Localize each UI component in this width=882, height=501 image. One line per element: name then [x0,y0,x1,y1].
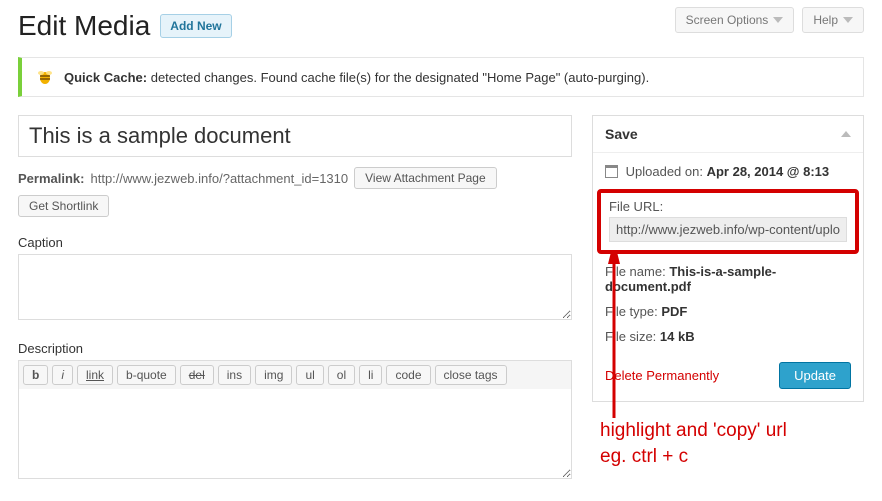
file-name-row: File name: This-is-a-sample-document.pdf [605,264,851,294]
annotation-text: highlight and 'copy' url eg. ctrl + c [600,418,787,469]
add-new-button[interactable]: Add New [160,14,231,38]
uploaded-label: Uploaded on: [626,164,703,179]
qt-bold-button[interactable]: b [23,365,48,385]
collapse-icon [841,131,851,137]
quicktags-toolbar: b i link b-quote del ins img ul ol li co… [18,360,572,389]
file-type-row: File type: PDF [605,304,851,319]
qt-italic-button[interactable]: i [52,365,73,385]
file-size-value: 14 kB [660,329,695,344]
bee-icon [36,68,54,86]
qt-ul-button[interactable]: ul [296,365,323,385]
qt-link-button[interactable]: link [77,365,113,385]
help-label: Help [813,13,838,27]
file-url-highlight: File URL: [597,189,859,254]
caption-label: Caption [18,235,572,250]
qt-code-button[interactable]: code [386,365,430,385]
save-box-header[interactable]: Save [593,116,863,153]
uploaded-on-row: Uploaded on: Apr 28, 2014 @ 8:13 [605,163,851,179]
notice-message: detected changes. Found cache file(s) fo… [151,70,649,85]
file-type-label: File type: [605,304,658,319]
qt-img-button[interactable]: img [255,365,292,385]
page-title: Edit Media [18,10,150,42]
file-size-row: File size: 14 kB [605,329,851,344]
qt-close-button[interactable]: close tags [435,365,507,385]
qt-ol-button[interactable]: ol [328,365,355,385]
description-input[interactable] [18,389,572,479]
save-box-title: Save [605,126,638,142]
notice-bar: Quick Cache: detected changes. Found cac… [18,57,864,97]
screen-options-button[interactable]: Screen Options [675,7,795,33]
qt-del-button[interactable]: del [180,365,214,385]
notice-text: Quick Cache: detected changes. Found cac… [64,70,649,85]
delete-permanently-link[interactable]: Delete Permanently [605,368,719,383]
file-type-value: PDF [661,304,687,319]
post-title-input[interactable] [18,115,572,157]
chevron-down-icon [843,17,853,23]
description-label: Description [18,341,572,356]
view-attachment-button[interactable]: View Attachment Page [354,167,497,189]
file-name-label: File name: [605,264,666,279]
get-shortlink-button[interactable]: Get Shortlink [18,195,109,217]
permalink-label: Permalink: [18,171,84,186]
qt-bquote-button[interactable]: b-quote [117,365,176,385]
notice-prefix: Quick Cache: [64,70,147,85]
caption-input[interactable] [18,254,572,320]
annotation-line-1: highlight and 'copy' url [600,418,787,444]
uploaded-value: Apr 28, 2014 @ 8:13 [707,164,830,179]
annotation-line-2: eg. ctrl + c [600,444,787,470]
chevron-down-icon [773,17,783,23]
qt-li-button[interactable]: li [359,365,382,385]
file-url-input[interactable] [609,217,847,242]
screen-options-label: Screen Options [686,13,769,27]
permalink-url: http://www.jezweb.info/?attachment_id=13… [90,171,348,186]
update-button[interactable]: Update [779,362,851,389]
save-box: Save Uploaded on: Apr 28, 2014 @ 8:13 Fi… [592,115,864,402]
calendar-icon [605,165,618,178]
file-url-label: File URL: [609,199,847,214]
help-button[interactable]: Help [802,7,864,33]
file-size-label: File size: [605,329,656,344]
qt-ins-button[interactable]: ins [218,365,251,385]
